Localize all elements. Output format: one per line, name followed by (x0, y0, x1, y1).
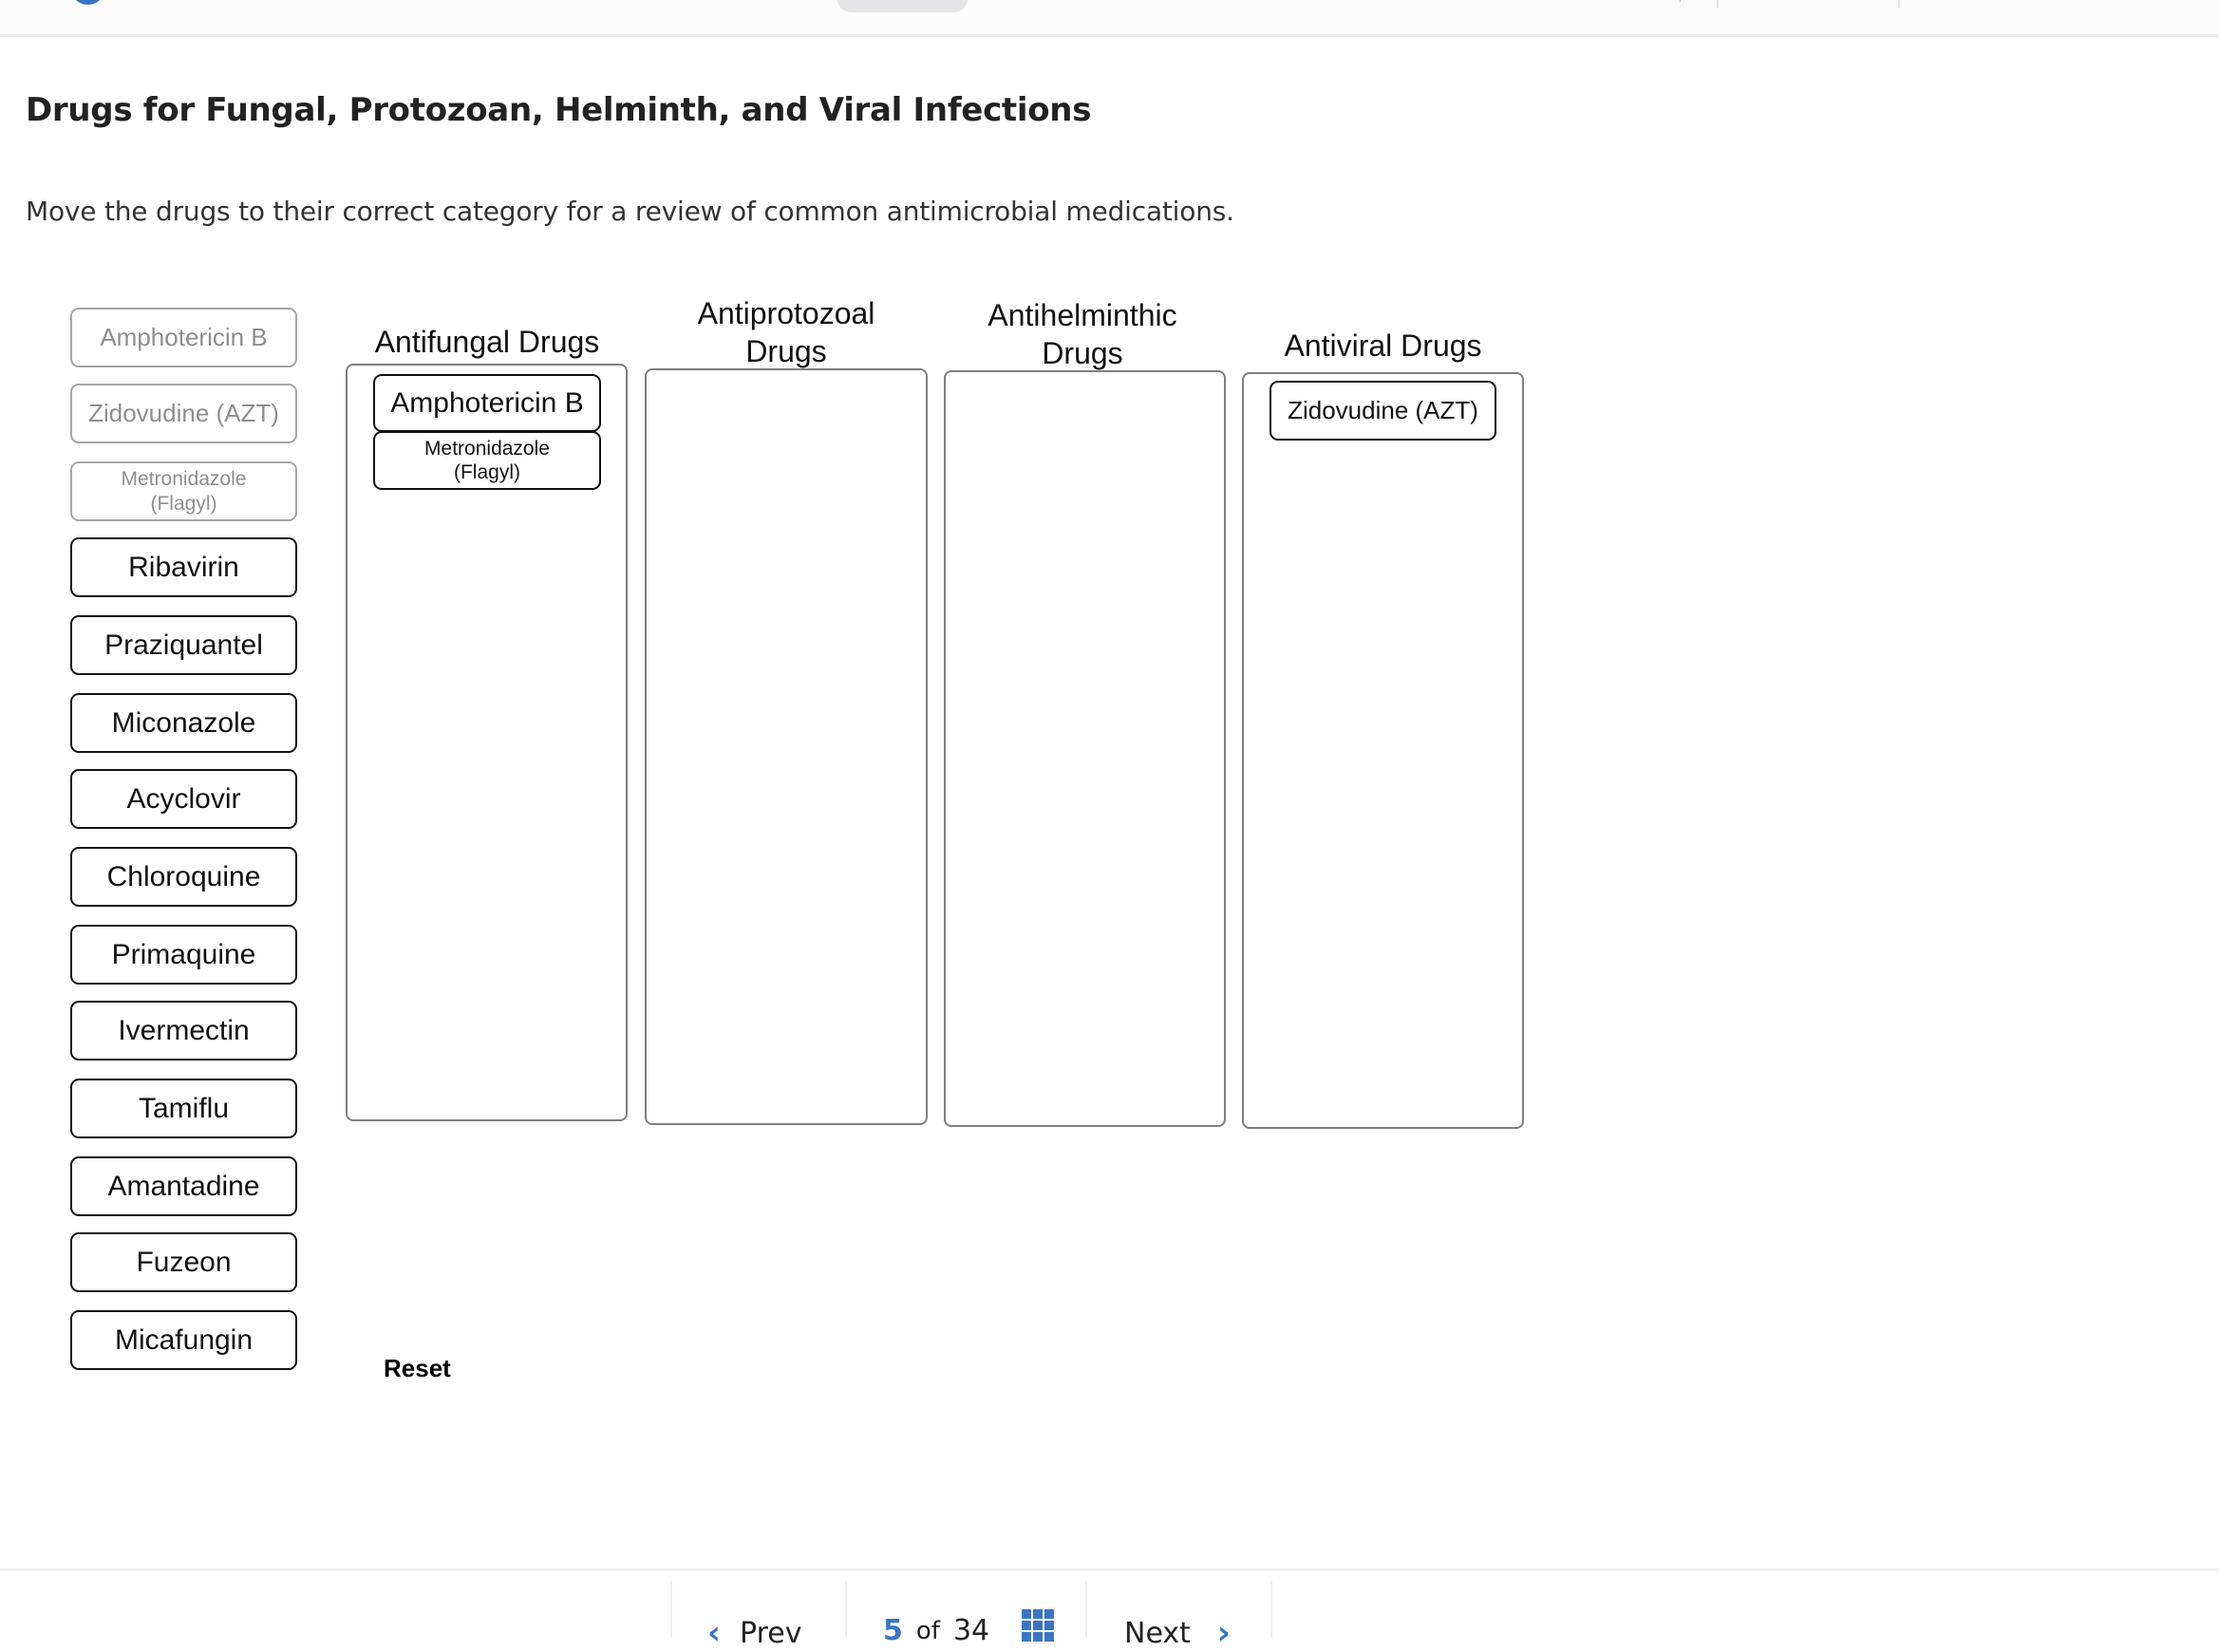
placed-chip-metronidazole[interactable]: Metronidazole (Flagyl) (373, 431, 601, 490)
nav-divider (1270, 1581, 1272, 1638)
chip-label: Ivermectin (118, 1014, 250, 1046)
top-header-bar (0, 0, 2219, 37)
chip-label: Tamiflu (138, 1092, 230, 1124)
bin-label-antiprotozoal: Antiprotozoal Drugs (697, 296, 875, 368)
total-pages: 34 (952, 1614, 990, 1647)
page-title: Drugs for Fungal, Protozoan, Helminth, a… (26, 91, 1092, 129)
chevron-left-icon: ‹ (707, 1614, 722, 1652)
grid-view-icon[interactable] (1022, 1608, 1055, 1642)
nav-divider (1085, 1581, 1087, 1638)
chip-label: Praziquantel (104, 629, 263, 661)
chip-label: Chloroquine (106, 860, 261, 892)
source-chip-ivermectin[interactable]: Ivermectin (70, 1001, 297, 1061)
chip-label: Metronidazole (Flagyl) (424, 437, 550, 483)
bin-label-antihelminthic: Antihelminthic Drugs (987, 298, 1177, 370)
source-chip-fuzeon[interactable]: Fuzeon (70, 1232, 297, 1292)
next-button[interactable]: Next › (1124, 1614, 1231, 1652)
prev-button[interactable]: ‹ Prev (707, 1614, 801, 1652)
brand-circle-icon[interactable] (70, 0, 105, 5)
source-chip-metronidazole: Metronidazole (Flagyl) (70, 461, 297, 521)
chip-label: Metronidazole (Flagyl) (121, 468, 247, 515)
header-divider (1898, 0, 1900, 8)
source-chip-praziquantel[interactable]: Praziquantel (70, 615, 297, 675)
next-label: Next (1124, 1616, 1191, 1650)
current-page: 5 (883, 1614, 903, 1647)
chip-label: Ribavirin (128, 551, 239, 583)
chip-label: Primaquine (111, 938, 256, 970)
bin-label-antifungal: Antifungal Drugs (374, 325, 600, 359)
chip-label: Zidovudine (AZT) (1288, 395, 1478, 424)
source-chip-miconazole[interactable]: Miconazole (70, 693, 297, 753)
source-chip-primaquine[interactable]: Primaquine (70, 925, 297, 985)
chip-label: Fuzeon (136, 1246, 232, 1278)
chip-label: Micafungin (114, 1323, 254, 1356)
header-divider (1717, 0, 1719, 8)
source-chip-micafungin[interactable]: Micafungin (70, 1310, 297, 1370)
placed-chip-amphotericin-b[interactable]: Amphotericin B (373, 374, 601, 432)
chip-label: Amphotericin B (100, 322, 268, 351)
source-chip-zidovudine: Zidovudine (AZT) (70, 384, 297, 443)
header-tab[interactable] (837, 0, 968, 12)
bottom-navigation: ‹ Prev 5 of 34 Next › (0, 1568, 2219, 1652)
chip-label: Miconazole (111, 706, 256, 739)
of-label: of (915, 1616, 940, 1645)
chip-label: Zidovudine (AZT) (88, 398, 279, 427)
reset-button[interactable]: Reset (384, 1354, 451, 1383)
chevron-right-icon: › (1216, 1614, 1231, 1652)
bin-antiprotozoal[interactable] (645, 368, 928, 1125)
instructions-text: Move the drugs to their correct category… (26, 196, 1234, 227)
header-tick (1680, 0, 1681, 2)
nav-divider (845, 1581, 847, 1638)
placed-chip-zidovudine[interactable]: Zidovudine (AZT) (1269, 381, 1496, 441)
source-chip-amantadine[interactable]: Amantadine (70, 1156, 297, 1216)
source-chip-tamiflu[interactable]: Tamiflu (70, 1079, 297, 1138)
bin-antiviral[interactable] (1242, 372, 1524, 1129)
source-chip-ribavirin[interactable]: Ribavirin (70, 537, 297, 597)
page-indicator[interactable]: 5 of 34 (883, 1608, 1055, 1647)
nav-divider (670, 1581, 672, 1638)
source-chip-acyclovir[interactable]: Acyclovir (70, 769, 297, 829)
chip-label: Amphotericin B (390, 386, 584, 419)
chip-label: Acyclovir (126, 782, 241, 815)
chip-label: Amantadine (107, 1170, 260, 1202)
source-chip-amphotericin-b: Amphotericin B (70, 308, 297, 367)
bin-label-antiviral: Antiviral Drugs (1284, 329, 1482, 363)
prev-label: Prev (740, 1616, 802, 1650)
source-chip-chloroquine[interactable]: Chloroquine (70, 847, 297, 907)
bin-antihelminthic[interactable] (944, 370, 1226, 1127)
